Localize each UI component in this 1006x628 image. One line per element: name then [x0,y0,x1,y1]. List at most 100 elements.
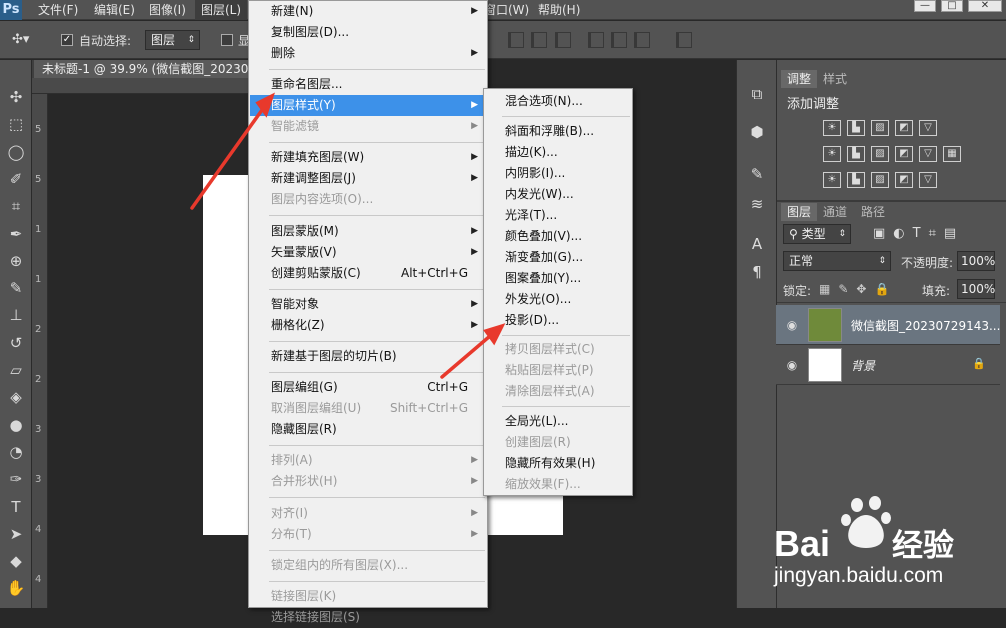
black-white-icon[interactable]: ▨ [871,146,889,162]
eraser-tool-icon[interactable]: ▱ [0,359,32,381]
align-left-icon[interactable] [588,32,604,48]
menu-help[interactable]: 帮助(H) [532,0,586,20]
threshold-icon[interactable]: ▨ [871,172,889,188]
3d-panel-icon[interactable]: ⬢ [745,120,769,144]
show-transform-checkbox[interactable] [221,34,233,46]
layer-style-item[interactable]: 全局光(L)... [485,411,631,432]
tab-paths[interactable]: 路径 [855,203,891,221]
align-vcenter-icon[interactable] [531,32,547,48]
align-right-icon[interactable] [634,32,650,48]
brush-tool-icon[interactable]: ✎ [0,277,32,299]
align-bottom-icon[interactable] [555,32,571,48]
marquee-tool-icon[interactable]: ⬚ [0,113,32,135]
paragraph-panel-icon[interactable]: ¶ [745,260,769,284]
move-tool-icon[interactable]: ✣ [0,86,32,108]
history-brush-icon[interactable]: ↺ [0,332,32,354]
layer-menu-item[interactable]: 图层蒙版(M) ▶ [250,221,486,242]
layer-filter-icons[interactable]: ▣◐T⌗▤ [873,226,964,241]
layer-style-item[interactable]: 外发光(O)... [485,289,631,310]
close-window-button[interactable]: ✕ [968,0,1002,12]
layer-menu-item[interactable]: 删除 ▶ [250,43,486,64]
layer-row[interactable]: ◉ 背景 🔒 [776,345,1000,385]
layer-menu-item[interactable]: 智能对象 ▶ [250,294,486,315]
layer-style-item[interactable]: 描边(K)... [485,142,631,163]
tab-layers[interactable]: 图层 [781,203,818,221]
layer-style-item[interactable]: 斜面和浮雕(B)... [485,121,631,142]
layer-menu-item[interactable]: 隐藏图层(R) [250,419,486,440]
layer-name[interactable]: 微信截图_20230729143... [851,317,1000,334]
layer-menu-item[interactable]: 复制图层(D)... [250,22,486,43]
layer-row[interactable]: ◉ 微信截图_20230729143... [776,305,1000,345]
layer-menu-item[interactable]: 矢量蒙版(V) ▶ [250,242,486,263]
align-hcenter-icon[interactable] [611,32,627,48]
layer-style-item[interactable]: 隐藏所有效果(H) [485,453,631,474]
layer-style-item[interactable]: 图案叠加(Y)... [485,268,631,289]
tab-adjustments[interactable]: 调整 [781,70,818,88]
shape-tool-icon[interactable]: ◆ [0,550,32,572]
crop-tool-icon[interactable]: ⌗ [0,195,32,217]
minimize-button[interactable]: — [914,0,936,12]
path-select-icon[interactable]: ➤ [0,523,32,545]
posterize-icon[interactable]: ▙ [847,172,865,188]
move-tool-preset-icon[interactable]: ✣▾ [12,32,29,47]
layer-style-item[interactable]: 渐变叠加(G)... [485,247,631,268]
layer-style-item[interactable]: 颜色叠加(V)... [485,226,631,247]
dodge-tool-icon[interactable]: ◔ [0,441,32,463]
align-top-icon[interactable] [508,32,524,48]
history-panel-icon[interactable]: ⧉ [745,82,769,106]
layer-style-item[interactable]: 内阴影(I)... [485,163,631,184]
vibrance-icon[interactable]: ▽ [919,120,937,136]
layer-menu-item[interactable]: 新建(N) ▶ [250,1,486,22]
maximize-button[interactable]: □ [941,0,963,12]
layer-filter-select[interactable]: ⚲ 类型 ⇕ [783,224,851,244]
fill-input[interactable]: 100% [957,279,995,299]
brush-panel-icon[interactable]: ≋ [745,192,769,216]
blend-mode-select[interactable]: 正常 ⇕ [783,251,891,271]
pen-tool-icon[interactable]: ✑ [0,468,32,490]
blur-tool-icon[interactable]: ● [0,414,32,436]
curves-icon[interactable]: ▨ [871,120,889,136]
color-lookup-icon[interactable]: ▦ [943,146,961,162]
healing-brush-icon[interactable]: ⊕ [0,250,32,272]
layer-menu-item[interactable]: 图层编组(G) Ctrl+G [250,377,486,398]
menu-edit[interactable]: 编辑(E) [88,0,141,20]
tab-styles[interactable]: 样式 [817,70,853,88]
layer-menu-item[interactable]: 新建基于图层的切片(B) [250,346,486,367]
type-tool-icon[interactable]: T [0,496,32,518]
auto-select-checkbox[interactable]: ✓ [61,34,73,46]
layer-menu-item[interactable]: 重命名图层... [250,74,486,95]
brightness-icon[interactable]: ☀ [823,120,841,136]
menu-layer[interactable]: 图层(L) [195,0,248,20]
gradient-map-icon[interactable]: ◩ [895,172,913,188]
opacity-input[interactable]: 100% [957,251,995,271]
layer-menu-item[interactable]: 新建调整图层(J) ▶ [250,168,486,189]
invert-icon[interactable]: ☀ [823,172,841,188]
brush-presets-icon[interactable]: ✎ [745,162,769,186]
tab-channels[interactable]: 通道 [817,203,853,221]
eye-icon[interactable]: ◉ [784,317,800,333]
color-balance-icon[interactable]: ▙ [847,146,865,162]
auto-select-target-select[interactable]: 图层 ⇕ [145,30,200,50]
selective-color-icon[interactable]: ▽ [919,172,937,188]
channel-mixer-icon[interactable]: ▽ [919,146,937,162]
layer-menu-item[interactable]: 新建填充图层(W) ▶ [250,147,486,168]
lock-icons[interactable]: ▦✎✥🔒 [819,282,897,296]
distribute-icon[interactable] [676,32,692,48]
layer-name[interactable]: 背景 [851,357,875,374]
hue-sat-icon[interactable]: ☀ [823,146,841,162]
menu-image[interactable]: 图像(I) [143,0,192,20]
quick-select-tool-icon[interactable]: ✐ [0,168,32,190]
layer-menu-item[interactable]: 图层样式(Y) ▶ [250,95,486,117]
eyedropper-tool-icon[interactable]: ✒ [0,223,32,245]
layer-style-item[interactable]: 混合选项(N)... [485,91,631,112]
menu-file[interactable]: 文件(F) [32,0,84,20]
photo-filter-icon[interactable]: ◩ [895,146,913,162]
hand-tool-icon[interactable]: ✋ [0,577,32,599]
exposure-icon[interactable]: ◩ [895,120,913,136]
document-tab[interactable]: 未标题-1 @ 39.9% (微信截图_202307 [34,60,256,78]
layer-style-item[interactable]: 光泽(T)... [485,205,631,226]
eye-icon[interactable]: ◉ [784,357,800,373]
layer-menu-item[interactable]: 创建剪贴蒙版(C) Alt+Ctrl+G [250,263,486,284]
clone-stamp-icon[interactable]: ⊥ [0,304,32,326]
layer-style-item[interactable]: 内发光(W)... [485,184,631,205]
